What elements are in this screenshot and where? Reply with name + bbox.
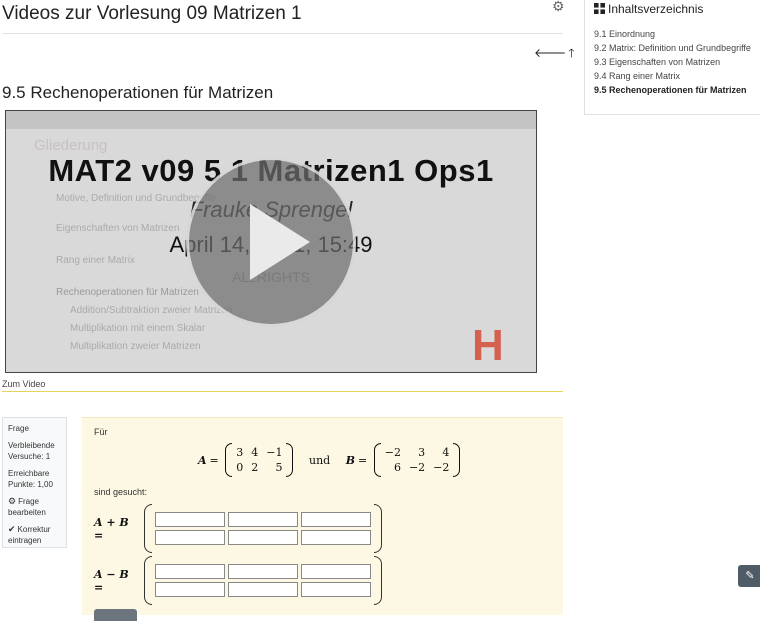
navigation-arrows: 🡐🡑 <box>534 44 576 65</box>
matrix-cell: 4 <box>251 446 259 459</box>
question-box: Für A = 3 4 −1 0 2 5 und B = −2 3 4 6 −2… <box>82 417 563 621</box>
sum-input-r1c2[interactable] <box>227 512 298 527</box>
sum-input-r1c1[interactable] <box>154 512 225 527</box>
slide-item: Rechenoperationen für Matrizen <box>56 287 199 298</box>
remaining-attempts: Verbleibende Versuche: 1 <box>8 441 55 461</box>
arrow-left-icon[interactable]: 🡐 <box>534 46 568 60</box>
question-info: Frage Verbleibende Versuche: 1 Erreichba… <box>2 417 67 548</box>
sum-input-r2c1[interactable] <box>154 530 225 545</box>
sum-input-r2c3[interactable] <box>300 530 371 545</box>
diff-input-r1c1[interactable] <box>154 564 225 579</box>
sum-label: A + B = <box>94 515 129 542</box>
video-player[interactable]: Gliederung Motive, Definition und Grundb… <box>5 110 537 373</box>
equals-sign: = <box>358 453 368 467</box>
toc-title-label: Inhaltsverzeichnis <box>608 2 704 16</box>
difference-label: A − B = <box>94 567 129 594</box>
matrix-cell: 4 <box>442 446 450 459</box>
matrix-cell: −2 <box>384 446 401 459</box>
toc-item[interactable]: 9.1 Einordnung <box>594 29 655 39</box>
toc-item[interactable]: 9.3 Eigenschaften von Matrizen <box>594 57 720 67</box>
difference-equation: A − B = <box>94 556 382 605</box>
gear-icon: ⚙ <box>8 496 17 506</box>
matrix-b: −2 3 4 6 −2 −2 <box>373 443 461 477</box>
question-label: Frage <box>8 424 29 433</box>
diff-input-r2c3[interactable] <box>300 582 371 597</box>
check-button[interactable] <box>94 609 137 621</box>
matrix-cell: −1 <box>266 446 283 459</box>
slide-item: Addition/Subtraktion zweier Matrizen <box>70 305 233 316</box>
check-icon: ✔ <box>8 524 16 534</box>
sum-input-r2c2[interactable] <box>227 530 298 545</box>
section-title: 9.5 Rechenoperationen für Matrizen <box>2 83 274 102</box>
equals-sign: = <box>209 453 219 467</box>
matrix-cell: −2 <box>433 461 450 474</box>
diff-input-r1c3[interactable] <box>300 564 371 579</box>
reachable-points: Erreichbare Punkte: 1,00 <box>8 469 53 489</box>
matrix-cell: −2 <box>408 461 426 474</box>
slide-heading: Gliederung <box>34 137 108 154</box>
diff-input-r1c2[interactable] <box>227 564 298 579</box>
matrix-b-name: B <box>345 453 356 467</box>
sum-input-r1c3[interactable] <box>300 512 371 527</box>
toc-item-current[interactable]: 9.5 Rechenoperationen für Matrizen <box>594 85 747 95</box>
toc-item[interactable]: 9.4 Rang einer Matrix <box>594 71 680 81</box>
correction-link[interactable]: ✔ Korrektur eintragen <box>8 524 61 546</box>
gear-icon[interactable]: ⚙ <box>552 0 566 13</box>
matrix-cell: 6 <box>393 461 401 474</box>
divider <box>2 33 563 34</box>
table-of-contents: Inhaltsverzeichnis 9.1 Einordnung 9.2 Ma… <box>584 0 760 115</box>
arrow-up-icon[interactable]: 🡑 <box>568 46 576 60</box>
matrix-a: 3 4 −1 0 2 5 <box>225 443 294 477</box>
question-asked: sind gesucht: <box>94 487 148 497</box>
matrix-a-name: A <box>198 453 207 467</box>
diff-input-r2c2[interactable] <box>227 582 298 597</box>
edit-question-link[interactable]: ⚙ Frage bearbeiten <box>8 496 61 518</box>
sum-equation: A + B = <box>94 504 382 553</box>
slide-corner-letter: H <box>472 321 504 370</box>
matrix-cell: 3 <box>236 446 244 459</box>
video-link[interactable]: Zum Video <box>2 379 45 389</box>
toc-title: Inhaltsverzeichnis <box>594 2 703 16</box>
slide-item: Multiplikation mit einem Skalar <box>70 323 206 334</box>
matrix-definition: A = 3 4 −1 0 2 5 und B = −2 3 4 6 −2 −2 <box>198 443 461 479</box>
matrix-cell: 3 <box>418 446 426 459</box>
matrix-cell: 0 <box>236 461 244 474</box>
diff-input-r2c1[interactable] <box>154 582 225 597</box>
sum-answer-matrix <box>143 504 382 553</box>
page-title: Videos zur Vorlesung 09 Matrizen 1 <box>2 3 302 24</box>
toc-item[interactable]: 9.2 Matrix: Definition und Grundbegriffe <box>594 43 751 53</box>
play-icon[interactable] <box>186 157 356 327</box>
slide-item: Multiplikation zweier Matrizen <box>70 341 201 352</box>
matrix-cell: 5 <box>275 461 283 474</box>
matrix-cell: 2 <box>251 461 259 474</box>
divider <box>2 391 563 392</box>
question-intro: Für <box>94 427 108 437</box>
pencil-icon[interactable]: ✎ <box>738 565 760 587</box>
slide-toolbar <box>6 111 536 129</box>
difference-answer-matrix <box>143 556 382 605</box>
grid-icon <box>594 3 605 14</box>
and-word: und <box>308 453 331 467</box>
